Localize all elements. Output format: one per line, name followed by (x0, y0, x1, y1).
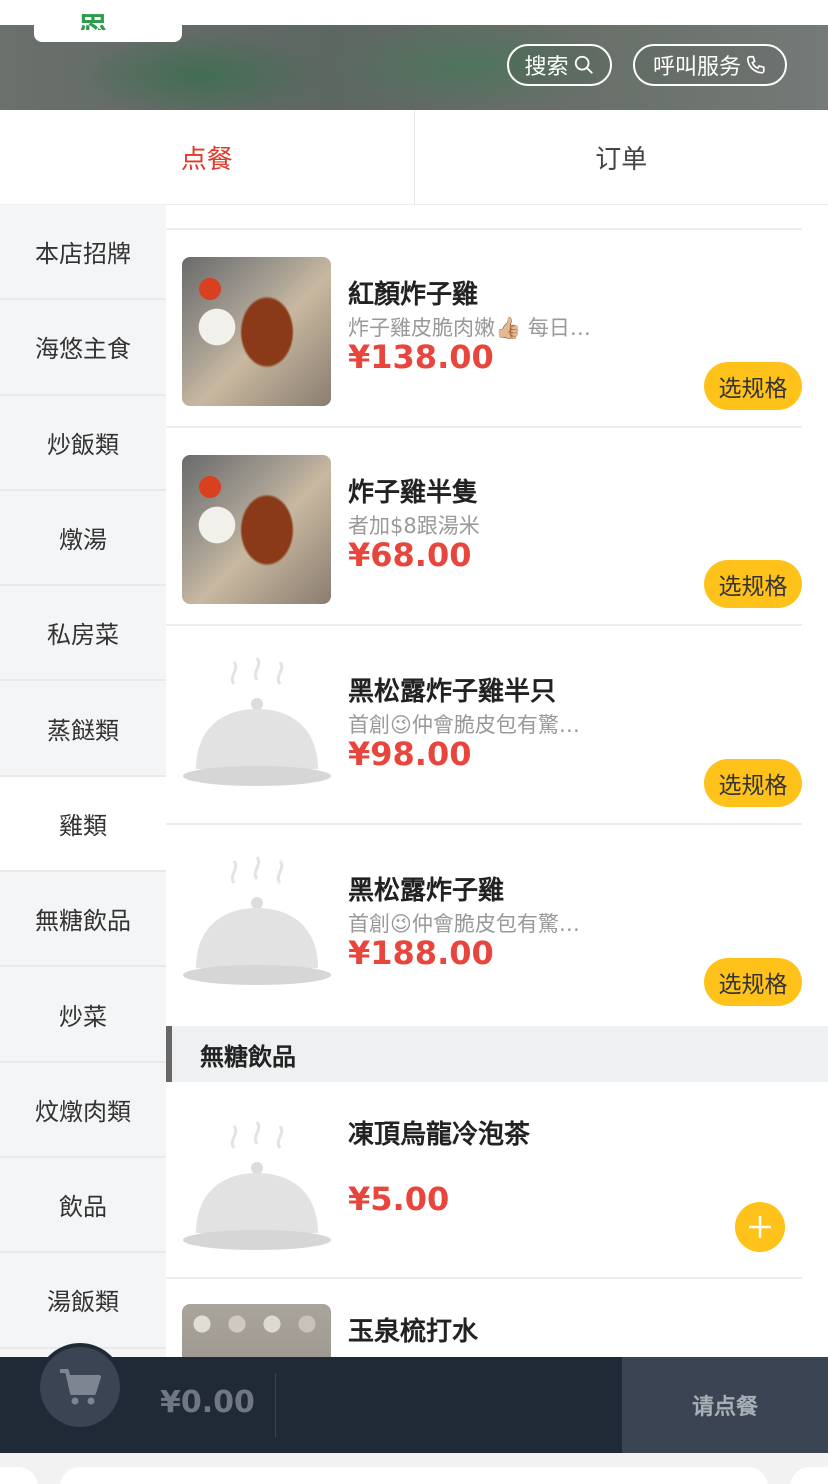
menu-list: 紅顏炸子雞 炸子雞皮脆肉嫩👍🏼 每日… ¥138.00 选规格 炸子雞半隻 者加… (166, 205, 828, 1357)
browser-control[interactable] (0, 1467, 38, 1484)
cart-button[interactable] (36, 1343, 124, 1431)
add-to-cart-button[interactable] (735, 1202, 785, 1252)
sidebar-item-steamed[interactable]: 蒸餸類 (0, 681, 166, 777)
divider (275, 1373, 276, 1437)
sidebar-item-drinks[interactable]: 飲品 (0, 1158, 166, 1254)
shopping-cart-icon (60, 1369, 101, 1405)
category-sidebar: 本店招牌 海悠主食 炒飯類 燉湯 私房菜 蒸餸類 雞類 無糖飲品 炒菜 炆燉肉類… (0, 205, 166, 1357)
list-item[interactable]: 玉泉梳打水 (166, 1279, 828, 1357)
section-header: 無糖飲品 (166, 1026, 828, 1082)
dish-name: 凍頂烏龍冷泡茶 (348, 1120, 531, 1150)
list-item[interactable]: 黑松露炸子雞 首創😉仲會脆皮包有驚… ¥188.00 选规格 (166, 826, 828, 1024)
dish-name: 黑松露炸子雞 (348, 876, 505, 906)
list-item[interactable]: 黑松露炸子雞半只 首創😉仲會脆皮包有驚… ¥98.00 选规格 (166, 627, 828, 825)
sidebar-item-soup[interactable]: 燉湯 (0, 491, 166, 587)
dish-name: 炸子雞半隻 (348, 478, 479, 508)
sidebar-item-staple[interactable]: 海悠主食 (0, 300, 166, 396)
list-item[interactable]: 凍頂烏龍冷泡茶 ¥5.00 (166, 1082, 828, 1279)
dish-name: 玉泉梳打水 (348, 1317, 479, 1347)
sidebar-item-braised-meat[interactable]: 炆燉肉類 (0, 1063, 166, 1158)
dish-image (182, 257, 331, 406)
logo-card: 思 (34, 0, 182, 42)
sidebar-item-sugar-free-drinks[interactable]: 無糖飲品 (0, 872, 166, 968)
divider (166, 823, 802, 825)
cart-bar: ¥0.00 请点餐 (0, 1343, 828, 1453)
select-spec-button[interactable]: 选规格 (704, 759, 802, 807)
dish-price: ¥68.00 (348, 536, 472, 574)
logo-icon: 思 (78, 14, 128, 30)
dish-price: ¥5.00 (348, 1180, 450, 1218)
search-button-label: 搜索 (524, 55, 569, 80)
browser-bottom-bar (0, 1453, 828, 1484)
select-spec-button[interactable]: 选规格 (704, 362, 802, 410)
sidebar-item-chicken[interactable]: 雞類 (0, 776, 166, 873)
search-button[interactable]: 搜索 (507, 44, 612, 86)
sidebar-item-soup-rice[interactable]: 湯飯類 (0, 1253, 166, 1349)
search-icon (574, 55, 593, 74)
plus-icon (749, 1216, 771, 1238)
dish-price: ¥98.00 (348, 735, 472, 773)
dish-price: ¥138.00 (348, 338, 494, 376)
call-service-label: 呼叫服务 (652, 55, 741, 80)
tab-orders[interactable]: 订单 (415, 110, 828, 204)
sidebar-item-signature[interactable]: 本店招牌 (0, 205, 166, 301)
dish-name: 黑松露炸子雞半只 (348, 677, 557, 707)
browser-control[interactable] (790, 1467, 828, 1484)
divider (166, 624, 802, 626)
dish-image (182, 455, 331, 604)
list-item[interactable]: 紅顏炸子雞 炸子雞皮脆肉嫩👍🏼 每日… ¥138.00 选规格 (166, 230, 828, 428)
dish-name: 紅顏炸子雞 (348, 280, 479, 310)
sidebar-item-stir-fry[interactable]: 炒菜 (0, 967, 166, 1063)
select-spec-button[interactable]: 选规格 (704, 560, 802, 608)
placeholder-cloche-icon (182, 654, 331, 803)
header-banner: 思 搜索 呼叫服务 (0, 0, 828, 110)
call-service-button[interactable]: 呼叫服务 (633, 44, 787, 86)
cart-total: ¥0.00 (160, 1385, 255, 1420)
sidebar-item-fried-rice[interactable]: 炒飯類 (0, 396, 166, 491)
dish-image (182, 1304, 331, 1357)
place-order-button[interactable]: 请点餐 (622, 1357, 828, 1453)
dish-price: ¥188.00 (348, 934, 494, 972)
tab-order-food[interactable]: 点餐 (0, 110, 414, 204)
select-spec-button[interactable]: 选规格 (704, 958, 802, 1006)
list-item[interactable]: 炸子雞半隻 者加$8跟湯米 ¥68.00 选规格 (166, 428, 828, 626)
browser-address-pill[interactable] (60, 1467, 768, 1484)
placeholder-cloche-icon (182, 853, 331, 1002)
placeholder-cloche-icon (182, 1118, 331, 1267)
sidebar-item-private-dishes[interactable]: 私房菜 (0, 586, 166, 682)
phone-icon (746, 55, 765, 74)
tab-bar: 点餐 订单 (0, 110, 828, 205)
